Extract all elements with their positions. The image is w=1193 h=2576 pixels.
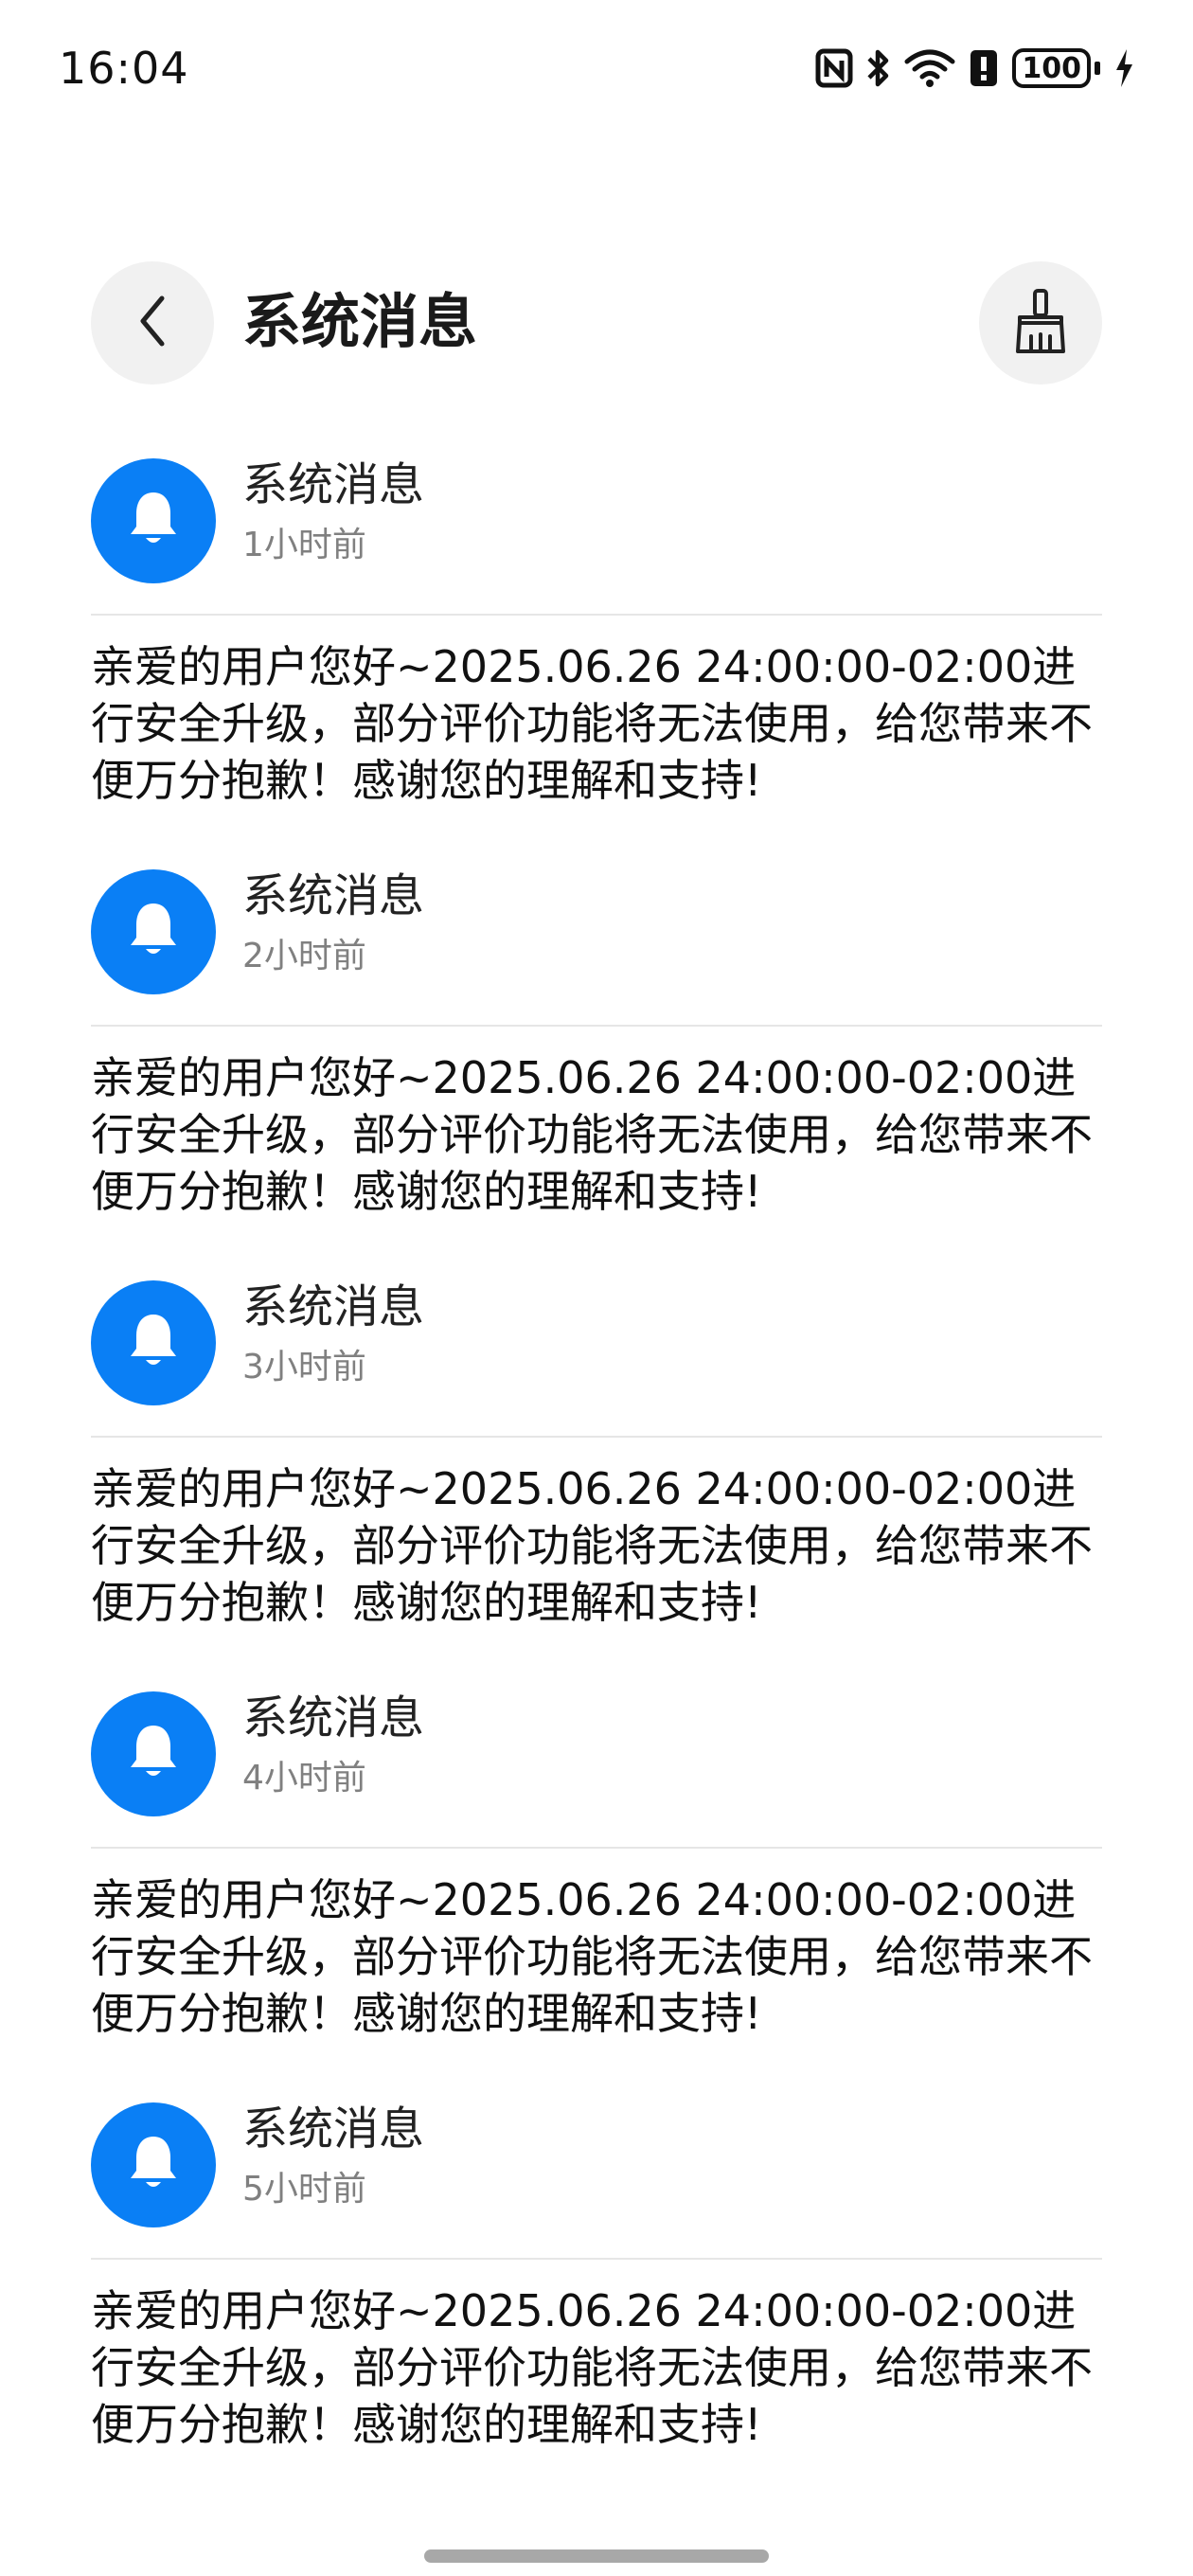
clear-messages-button[interactable] <box>979 261 1102 385</box>
message-header: 系统消息 2小时前 <box>91 866 1102 1027</box>
wifi-icon <box>904 48 955 88</box>
bluetooth-icon <box>866 47 891 89</box>
bell-icon <box>127 489 180 553</box>
charging-icon <box>1113 47 1134 89</box>
divider <box>91 1847 1102 1849</box>
message-body: 亲爱的用户您好~2025.06.26 24:00:00-02:00进行安全升级，… <box>91 1463 1093 1628</box>
message-body: 亲爱的用户您好~2025.06.26 24:00:00-02:00进行安全升级，… <box>91 641 1093 806</box>
message-time: 4小时前 <box>242 1759 366 1798</box>
message-item[interactable]: 系统消息 1小时前 亲爱的用户您好~2025.06.26 24:00:00-02… <box>91 455 1102 866</box>
message-time: 5小时前 <box>242 2170 366 2209</box>
message-item[interactable]: 系统消息 2小时前 亲爱的用户您好~2025.06.26 24:00:00-02… <box>91 866 1102 1277</box>
message-item[interactable]: 系统消息 3小时前 亲爱的用户您好~2025.06.26 24:00:00-02… <box>91 1277 1102 1688</box>
divider <box>91 2258 1102 2260</box>
avatar <box>91 1280 216 1405</box>
message-header: 系统消息 1小时前 <box>91 455 1102 616</box>
message-title: 系统消息 <box>242 869 425 922</box>
status-icons: 100 <box>815 44 1134 93</box>
nfc-icon <box>815 48 853 88</box>
home-indicator[interactable] <box>424 2549 769 2563</box>
bell-icon <box>127 900 180 964</box>
message-body: 亲爱的用户您好~2025.06.26 24:00:00-02:00进行安全升级，… <box>91 1052 1093 1217</box>
message-title: 系统消息 <box>242 1691 425 1744</box>
chevron-left-icon <box>134 293 171 353</box>
bell-icon <box>127 1311 180 1375</box>
message-time: 2小时前 <box>242 937 366 975</box>
page-title: 系统消息 <box>242 287 478 356</box>
divider <box>91 1025 1102 1027</box>
avatar <box>91 458 216 583</box>
alert-icon <box>969 48 999 88</box>
message-title: 系统消息 <box>242 2102 425 2156</box>
bell-icon <box>127 2133 180 2197</box>
divider <box>91 614 1102 616</box>
message-item[interactable]: 系统消息 5小时前 亲爱的用户您好~2025.06.26 24:00:00-02… <box>91 2099 1102 2510</box>
status-bar: 16:04 100 <box>0 0 1193 133</box>
message-time: 1小时前 <box>242 526 366 564</box>
message-title: 系统消息 <box>242 1280 425 1333</box>
divider <box>91 1436 1102 1438</box>
message-body: 亲爱的用户您好~2025.06.26 24:00:00-02:00进行安全升级，… <box>91 2285 1093 2450</box>
battery-icon: 100 <box>1012 48 1100 88</box>
avatar <box>91 2102 216 2227</box>
broom-icon <box>1012 287 1069 359</box>
header: 系统消息 <box>0 256 1193 388</box>
message-list: 系统消息 1小时前 亲爱的用户您好~2025.06.26 24:00:00-02… <box>91 455 1102 2510</box>
message-header: 系统消息 3小时前 <box>91 1277 1102 1438</box>
message-body: 亲爱的用户您好~2025.06.26 24:00:00-02:00进行安全升级，… <box>91 1874 1093 2039</box>
status-time: 16:04 <box>59 43 189 94</box>
avatar <box>91 869 216 994</box>
bell-icon <box>127 1722 180 1786</box>
message-header: 系统消息 4小时前 <box>91 1688 1102 1849</box>
back-button[interactable] <box>91 261 214 385</box>
message-time: 3小时前 <box>242 1348 366 1386</box>
message-item[interactable]: 系统消息 4小时前 亲爱的用户您好~2025.06.26 24:00:00-02… <box>91 1688 1102 2099</box>
message-title: 系统消息 <box>242 458 425 511</box>
avatar <box>91 1691 216 1816</box>
battery-level: 100 <box>1012 48 1091 88</box>
message-header: 系统消息 5小时前 <box>91 2099 1102 2260</box>
